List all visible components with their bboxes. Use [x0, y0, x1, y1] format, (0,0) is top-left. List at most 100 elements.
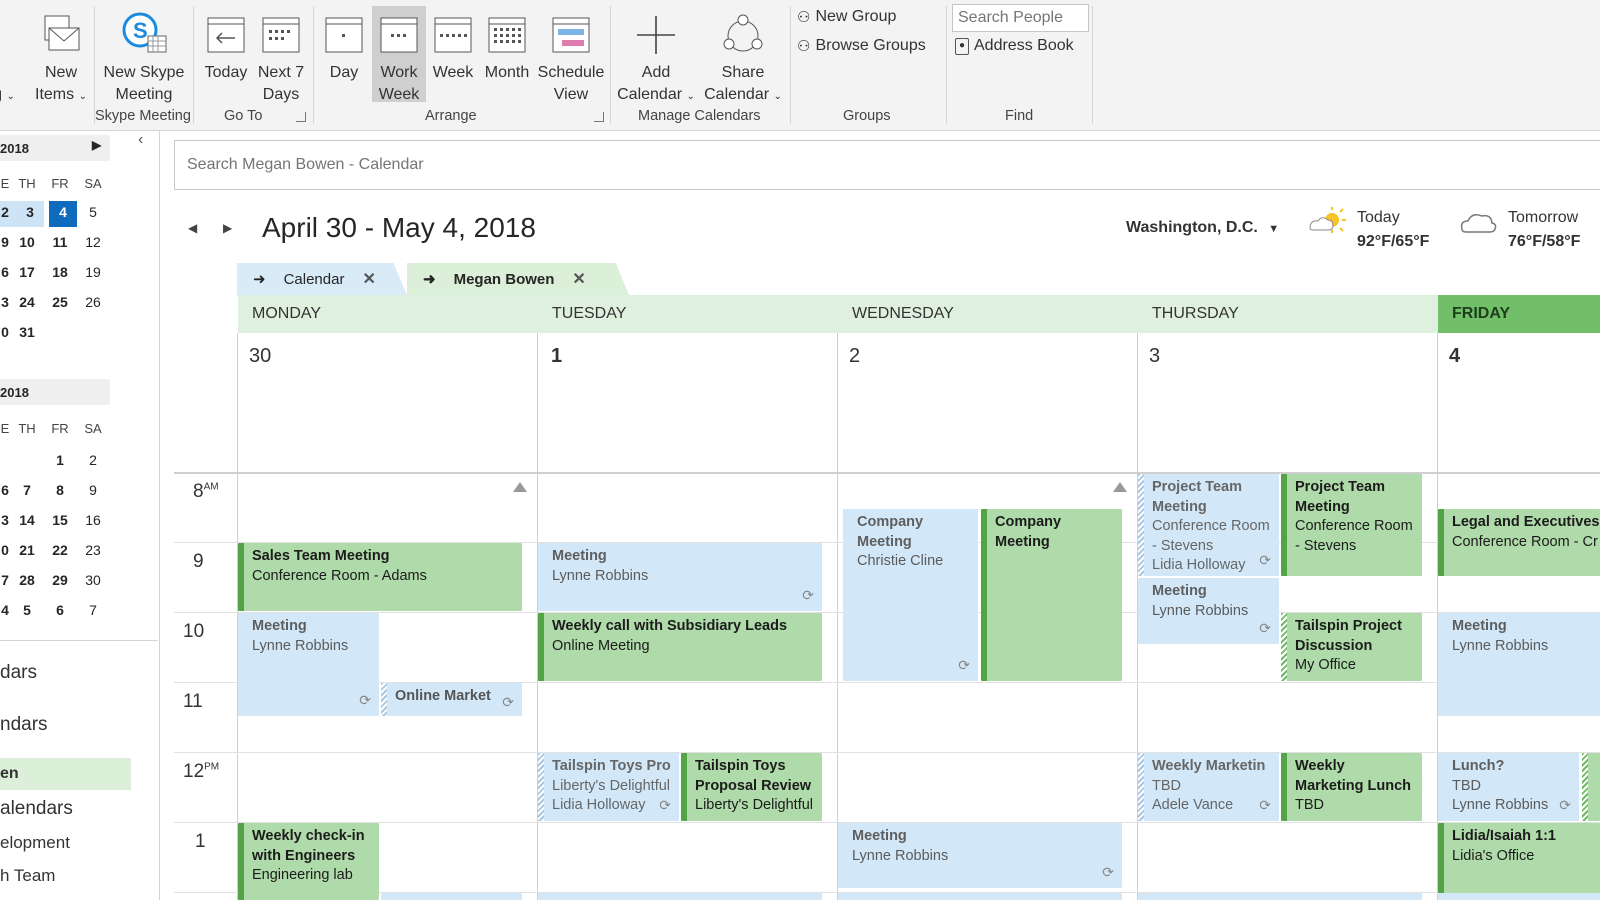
- mini-day[interactable]: 6: [0, 482, 16, 498]
- arrange-dialog-launcher-icon[interactable]: [594, 112, 604, 122]
- new-items-button[interactable]: New Items ⌄: [30, 6, 92, 103]
- nav-folder-item[interactable]: dars: [0, 662, 37, 684]
- event-meeting[interactable]: Meeting Lynne Robbins ⟳: [1138, 578, 1279, 644]
- mini-day[interactable]: 7: [16, 482, 38, 498]
- nav-folder-item[interactable]: h Team: [0, 866, 55, 886]
- event-tailspin-project-discussion[interactable]: Tailspin Project Discussion My Office: [1281, 613, 1422, 681]
- mini-day[interactable]: 2: [0, 201, 16, 227]
- event-partial[interactable]: [1582, 753, 1600, 821]
- mini-day[interactable]: 26: [82, 294, 104, 310]
- event-partial[interactable]: [1138, 893, 1422, 900]
- mini-day[interactable]: 11: [49, 234, 71, 250]
- mini-day[interactable]: 0: [0, 542, 16, 558]
- mini-day[interactable]: 7: [82, 602, 104, 618]
- mini-day[interactable]: 15: [49, 512, 71, 528]
- mini-day[interactable]: 3: [0, 512, 16, 528]
- event-tailspin-toys-proposal-tentative[interactable]: Tailspin Toys Pro Liberty's Delightful L…: [538, 753, 679, 821]
- mini-day[interactable]: 4: [0, 602, 16, 618]
- mini-day[interactable]: 5: [82, 204, 104, 220]
- new-skype-meeting-button[interactable]: S New Skype Meeting: [98, 6, 190, 103]
- event-tailspin-toys-proposal-review[interactable]: Tailspin Toys Proposal Review Liberty's …: [681, 753, 822, 821]
- mini-day[interactable]: 31: [16, 324, 38, 340]
- address-book-button[interactable]: ● Address Book: [955, 37, 1074, 55]
- browse-groups-button[interactable]: ⚇ Browse Groups: [797, 37, 926, 55]
- nav-folder-item[interactable]: ndars: [0, 714, 48, 736]
- collapse-pane-icon[interactable]: ‹: [138, 131, 143, 149]
- event-legal-and-executives[interactable]: Legal and Executives Conference Room - C…: [1438, 509, 1600, 576]
- nav-folder-item[interactable]: elopment: [0, 833, 70, 853]
- mini-day[interactable]: 14: [16, 512, 38, 528]
- weather-location-dropdown[interactable]: Washington, D.C. ▼: [1126, 219, 1279, 237]
- event-meeting[interactable]: Meeting Lynne Robbins ⟳: [538, 543, 822, 611]
- next-week-arrow-icon[interactable]: ▶: [223, 221, 232, 235]
- event-project-team-meeting[interactable]: Project Team Meeting Conference Room - S…: [1281, 474, 1422, 576]
- month-view-button[interactable]: Month: [480, 6, 534, 102]
- mini-day[interactable]: 10: [16, 234, 38, 250]
- previous-week-arrow-icon[interactable]: ◀: [188, 221, 197, 235]
- new-group-button[interactable]: ⚇ New Group: [797, 8, 896, 26]
- share-calendar-button[interactable]: Share Calendar ⌄: [700, 6, 786, 103]
- mini-day-today[interactable]: 4: [49, 201, 77, 227]
- close-icon[interactable]: ✕: [362, 269, 375, 289]
- more-items-up-icon[interactable]: [1113, 482, 1127, 492]
- event-partial[interactable]: [538, 893, 822, 900]
- tab-arrow-icon[interactable]: ➜: [253, 270, 266, 288]
- mini-day[interactable]: 28: [16, 572, 38, 588]
- event-meeting[interactable]: Meeting Lynne Robbins ⟳: [838, 823, 1122, 888]
- event-company-meeting-tentative[interactable]: Company Meeting Christie Cline ⟳: [843, 509, 978, 681]
- nav-folder-item[interactable]: alendars: [0, 798, 73, 820]
- tab-calendar[interactable]: ➜ Calendar ✕: [237, 263, 407, 295]
- event-lidia-isaiah-1-1[interactable]: Lidia/Isaiah 1:1 Lidia's Office: [1438, 823, 1600, 893]
- mini-day[interactable]: 22: [49, 542, 71, 558]
- event-sales-team-meeting[interactable]: Sales Team Meeting Conference Room - Ada…: [238, 543, 522, 611]
- mini-day[interactable]: 2: [82, 452, 104, 468]
- next-7-days-button[interactable]: Next 7 Days: [254, 6, 308, 103]
- mini-day[interactable]: 18: [49, 264, 71, 280]
- cut-off-ribbon-button[interactable]: g ⌄: [0, 6, 18, 103]
- today-button[interactable]: Today: [200, 6, 252, 102]
- mini-day[interactable]: 9: [0, 234, 16, 250]
- day-view-button[interactable]: Day: [320, 6, 368, 102]
- goto-dialog-launcher-icon[interactable]: [296, 112, 306, 122]
- mini-day[interactable]: 21: [16, 542, 38, 558]
- mini-day[interactable]: 12: [82, 234, 104, 250]
- mini-day[interactable]: 9: [82, 482, 104, 498]
- event-weekly-call-subsidiary-leads[interactable]: Weekly call with Subsidiary Leads Online…: [538, 613, 822, 681]
- mini-day[interactable]: 30: [82, 572, 104, 588]
- event-partial[interactable]: [838, 893, 1122, 900]
- mini-day[interactable]: 6: [49, 602, 71, 618]
- event-project-team-meeting-tentative[interactable]: Project Team Meeting Conference Room - S…: [1138, 474, 1279, 576]
- event-weekly-marketing-tentative[interactable]: Weekly Marketin TBD Adele Vance ⟳: [1138, 753, 1279, 821]
- add-calendar-button[interactable]: Add Calendar ⌄: [614, 6, 698, 103]
- event-lunch[interactable]: Lunch? TBD Lynne Robbins ⟳: [1438, 753, 1579, 821]
- mini-day[interactable]: 29: [49, 572, 71, 588]
- next-month-arrow-icon[interactable]: ▶: [92, 138, 101, 152]
- more-items-up-icon[interactable]: [513, 482, 527, 492]
- mini-day[interactable]: 5: [16, 602, 38, 618]
- nav-selected-calendar[interactable]: en: [0, 758, 131, 790]
- mini-day[interactable]: 6: [0, 264, 16, 280]
- event-weekly-checkin-engineers[interactable]: Weekly check-in with Engineers Engineeri…: [238, 823, 379, 900]
- event-partial[interactable]: [1438, 893, 1600, 900]
- week-view-button[interactable]: Week: [428, 6, 478, 102]
- event-partial[interactable]: [381, 893, 522, 900]
- mini-day[interactable]: 23: [82, 542, 104, 558]
- mini-day[interactable]: 1: [49, 452, 71, 468]
- mini-day[interactable]: 24: [16, 294, 38, 310]
- mini-day[interactable]: 16: [82, 512, 104, 528]
- event-weekly-marketing-lunch[interactable]: Weekly Marketing Lunch TBD: [1281, 753, 1422, 821]
- search-people-input[interactable]: [952, 4, 1089, 32]
- mini-day[interactable]: 8: [49, 482, 71, 498]
- event-online-marketing[interactable]: Online Market ⟳: [381, 683, 522, 716]
- mini-day[interactable]: 3: [16, 201, 44, 227]
- tab-megan-bowen[interactable]: ➜ Megan Bowen ✕: [407, 263, 629, 295]
- event-meeting[interactable]: Meeting Lynne Robbins: [1438, 613, 1600, 716]
- tab-arrow-icon[interactable]: ➜: [423, 270, 436, 288]
- mini-day[interactable]: 25: [49, 294, 71, 310]
- close-icon[interactable]: ✕: [572, 269, 585, 289]
- schedule-view-button[interactable]: Schedule View: [536, 6, 606, 103]
- mini-day[interactable]: 17: [16, 264, 38, 280]
- work-week-view-button[interactable]: Work Week: [372, 6, 426, 103]
- event-company-meeting[interactable]: Company Meeting: [981, 509, 1122, 681]
- mini-day[interactable]: 19: [82, 264, 104, 280]
